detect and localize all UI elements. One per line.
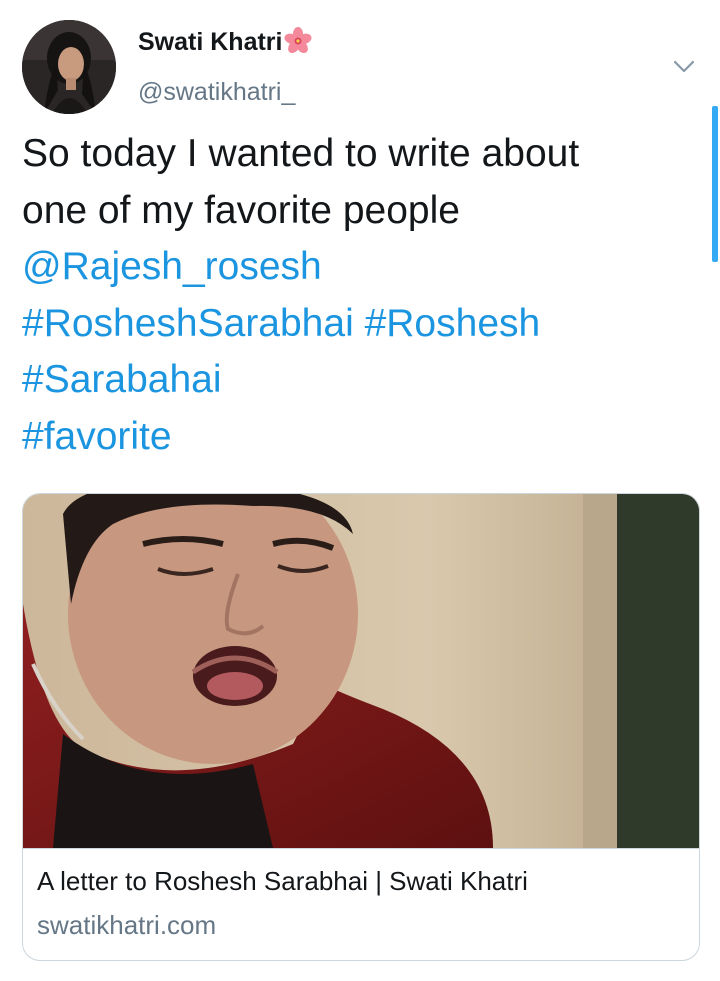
tweet-line: one of my favorite people <box>22 188 460 232</box>
author-name-text: Swati Khatri <box>138 28 283 56</box>
card-domain: swatikhatri.com <box>37 910 217 940</box>
hibiscus-flower-icon <box>284 27 312 55</box>
hashtag-link[interactable]: #RosheshSarabhai <box>22 302 354 345</box>
profile-photo <box>22 20 116 114</box>
avatar[interactable] <box>22 20 116 114</box>
mention-link[interactable]: @Rajesh_rosesh <box>22 239 702 296</box>
scrollbar[interactable] <box>712 106 718 262</box>
tweet-text: So today I wanted to write about one of … <box>22 126 702 465</box>
hashtag-link[interactable]: #Roshesh <box>365 302 541 345</box>
tweet-line: So today I wanted to write about <box>22 132 580 175</box>
hashtag-link[interactable]: #favorite <box>22 409 702 466</box>
chevron-down-icon[interactable] <box>672 56 696 76</box>
card-image[interactable] <box>23 494 699 849</box>
author-display-name[interactable]: Swati Khatri <box>138 26 312 58</box>
card-title: A letter to Roshesh Sarabhai | Swati Kha… <box>37 866 528 896</box>
hashtag-link[interactable]: #Sarabahai <box>22 352 702 409</box>
link-preview-card[interactable]: A letter to Roshesh Sarabhai | Swati Kha… <box>22 493 700 961</box>
author-handle[interactable]: @swatikhatri_ <box>138 76 295 108</box>
